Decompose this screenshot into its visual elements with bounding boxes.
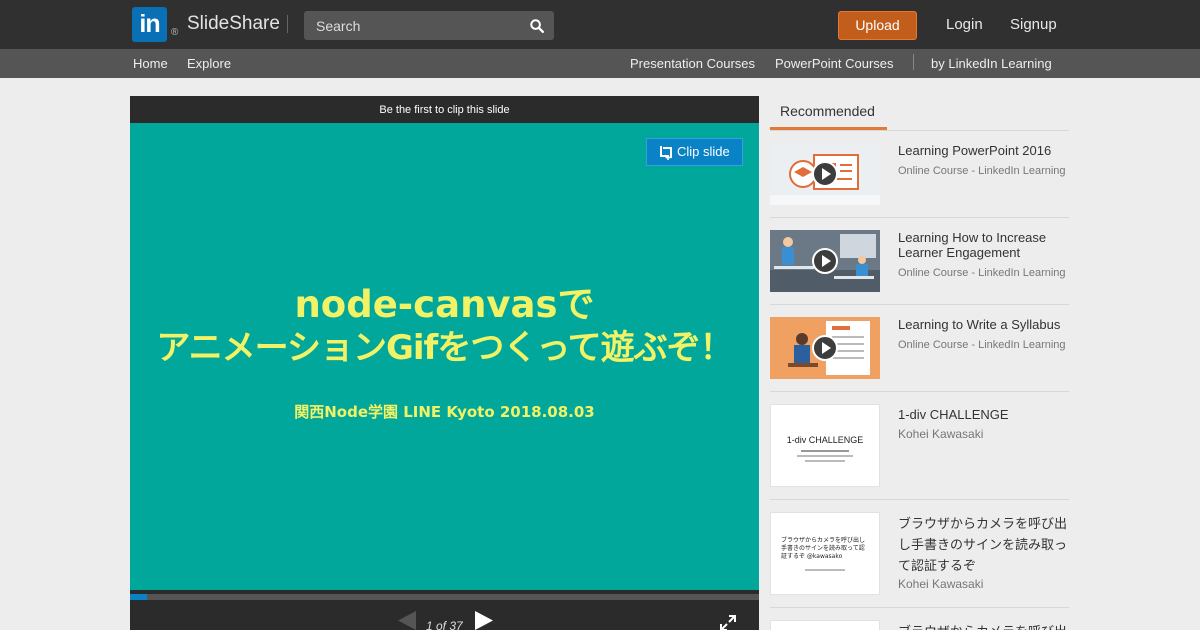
clip-icon [660, 146, 672, 160]
recommended-item[interactable]: Learning How to Increase Learner Engagem… [770, 218, 1069, 305]
thumbnail-text: ブラウザからカメラを呼び出し手書きのサインを読み取って認証するぞ @kawasa… [781, 537, 866, 560]
recommended-author: Kohei Kawasaki [898, 427, 984, 441]
registered-mark: ® [171, 27, 179, 38]
play-icon [812, 161, 838, 187]
recommended-title: Learning PowerPoint 2016 [898, 143, 1052, 158]
search-button[interactable] [520, 11, 554, 40]
recommended-item[interactable]: Learning to Write a Syllabus Online Cour… [770, 305, 1069, 392]
thumbnail-line [801, 450, 849, 452]
slide-canvas[interactable]: Clip slide node-canvasで アニメーションGifをつくって遊… [130, 123, 759, 590]
recommended-title: Learning to Write a Syllabus [898, 317, 1061, 332]
play-icon [812, 335, 838, 361]
search-box [304, 11, 554, 40]
clip-banner: Be the first to clip this slide [130, 96, 759, 122]
slide-title-line1: node-canvasで [294, 283, 595, 326]
course-thumbnail [770, 143, 880, 205]
header-divider [287, 15, 288, 33]
player-controls: 1 of 37 [130, 600, 759, 630]
recommended-meta: Online Course - LinkedIn Learning [898, 165, 1066, 177]
slide-thumbnail: 1-div CHALLENGE [770, 404, 880, 487]
login-link[interactable]: Login [946, 16, 983, 33]
recommended-item[interactable]: ブラウザからカメラを呼び出 [770, 608, 1069, 630]
signup-link[interactable]: Signup [1010, 16, 1057, 33]
thumbnail-text: 1-div CHALLENGE [786, 435, 864, 445]
slide-thumbnail: ブラウザからカメラを呼び出し手書きのサインを読み取って認証するぞ @kawasa… [770, 512, 880, 595]
recommended-item[interactable]: Learning PowerPoint 2016 Online Course -… [770, 131, 1069, 218]
nav-explore[interactable]: Explore [187, 56, 231, 71]
thumbnail-line [797, 455, 853, 457]
recommended-title: Learning How to Increase Learner Engagem… [898, 230, 1047, 260]
brand-name[interactable]: SlideShare [187, 13, 280, 35]
nav-linkedin-learning[interactable]: by LinkedIn Learning [931, 56, 1052, 71]
slide-thumbnail [770, 620, 880, 630]
clip-slide-button[interactable]: Clip slide [646, 138, 743, 166]
sub-navigation: Home Explore Presentation Courses PowerP… [0, 49, 1200, 78]
recommended-meta: Online Course - LinkedIn Learning [898, 267, 1066, 279]
play-icon [812, 248, 838, 274]
recommended-title: ブラウザからカメラを呼び出し手書きのサインを読み取って認証するぞ [898, 517, 1068, 574]
recommended-item[interactable]: 1-div CHALLENGE 1-div CHALLENGE Kohei Ka… [770, 392, 1069, 500]
subnav-divider [913, 54, 914, 70]
clip-slide-label: Clip slide [677, 144, 730, 159]
page-counter: 1 of 37 [426, 619, 463, 630]
tab-recommended[interactable]: Recommended [770, 96, 887, 130]
prev-arrow-icon[interactable] [398, 611, 418, 630]
course-thumbnail [770, 317, 880, 379]
slide-player: Be the first to clip this slide Clip sli… [130, 96, 759, 630]
search-input[interactable] [304, 11, 519, 40]
nav-powerpoint-courses[interactable]: PowerPoint Courses [775, 56, 894, 71]
nav-presentation-courses[interactable]: Presentation Courses [630, 56, 755, 71]
search-icon [530, 18, 544, 33]
course-thumbnail [770, 230, 880, 292]
linkedin-logo[interactable]: in [132, 7, 167, 42]
fullscreen-icon[interactable] [720, 615, 736, 630]
recommended-item[interactable]: ブラウザからカメラを呼び出し手書きのサインを読み取って認証するぞ @kawasa… [770, 500, 1069, 608]
recommended-meta: Online Course - LinkedIn Learning [898, 339, 1066, 351]
top-header: in ® SlideShare Upload Login Signup [0, 0, 1200, 49]
thumbnail-line [805, 569, 845, 571]
upload-button[interactable]: Upload [838, 11, 917, 40]
recommended-title: 1-div CHALLENGE [898, 407, 1009, 422]
nav-home[interactable]: Home [133, 56, 168, 71]
next-arrow-icon[interactable] [473, 611, 493, 630]
recommended-author: Kohei Kawasaki [898, 577, 984, 591]
recommended-title: ブラウザからカメラを呼び出 [898, 622, 1069, 630]
slide-title-line2: アニメーションGifをつくって遊ぶぞ！ [156, 328, 733, 368]
slide-subtitle: 関西Node学園 LINE Kyoto 2018.08.03 [294, 403, 595, 421]
thumbnail-line [805, 460, 845, 462]
